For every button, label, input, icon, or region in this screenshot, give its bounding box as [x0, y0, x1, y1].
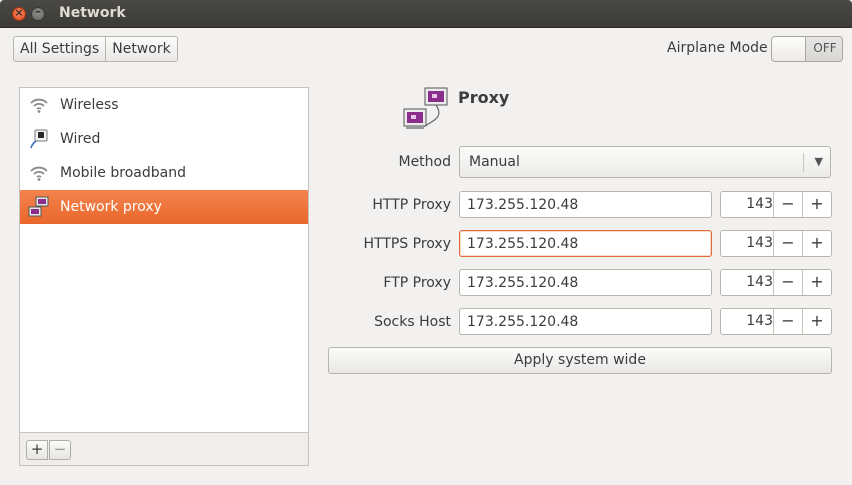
ftp-proxy-input[interactable] — [459, 269, 712, 296]
ftp-port-value[interactable]: 143 — [721, 274, 773, 290]
https-port-stepper[interactable]: 143 − + — [720, 230, 832, 257]
http-port-decrement-button[interactable]: − — [773, 192, 802, 217]
socks-port-increment-button[interactable]: + — [802, 309, 831, 334]
sidebar-footer: + − — [20, 432, 308, 465]
method-select[interactable]: Manual ▼ — [459, 146, 831, 178]
ftp-port-decrement-button[interactable]: − — [773, 270, 802, 295]
ftp-proxy-label: FTP Proxy — [383, 275, 451, 291]
http-port-value[interactable]: 143 — [721, 196, 773, 212]
chevron-down-icon: ▼ — [814, 155, 823, 168]
http-proxy-input[interactable] — [459, 191, 712, 218]
socks-host-label: Socks Host — [374, 314, 451, 330]
sidebar-item-label: Wired — [60, 131, 101, 147]
select-separator — [803, 153, 804, 172]
network-proxy-icon — [403, 85, 449, 133]
breadcrumb: All Settings Network — [13, 36, 178, 62]
wired-icon — [28, 128, 50, 150]
wifi-icon — [28, 94, 50, 116]
close-window-button[interactable]: × — [12, 6, 26, 21]
sidebar-item-network-proxy[interactable]: Network proxy — [20, 190, 308, 224]
method-label: Method — [398, 154, 451, 170]
ftp-port-increment-button[interactable]: + — [802, 270, 831, 295]
sidebar: Wireless Wired Mobile broadband Network … — [19, 87, 309, 466]
airplane-mode-label: Airplane Mode — [667, 40, 768, 56]
socks-host-input[interactable] — [459, 308, 712, 335]
toggle-knob[interactable] — [772, 37, 806, 61]
sidebar-item-wireless[interactable]: Wireless — [20, 88, 308, 122]
add-connection-button[interactable]: + — [26, 440, 48, 460]
method-value: Manual — [469, 154, 520, 170]
http-proxy-label: HTTP Proxy — [372, 197, 451, 213]
network-proxy-icon — [28, 196, 50, 218]
sidebar-item-label: Wireless — [60, 97, 119, 113]
http-port-stepper[interactable]: 143 − + — [720, 191, 832, 218]
remove-connection-button[interactable]: − — [49, 440, 71, 460]
minimize-window-button[interactable]: – — [31, 5, 45, 21]
http-port-increment-button[interactable]: + — [802, 192, 831, 217]
ftp-port-stepper[interactable]: 143 − + — [720, 269, 832, 296]
sidebar-item-label: Network proxy — [60, 199, 162, 215]
sidebar-item-wired[interactable]: Wired — [20, 122, 308, 156]
proxy-title: Proxy — [458, 88, 510, 107]
socks-port-decrement-button[interactable]: − — [773, 309, 802, 334]
apply-system-wide-button[interactable]: Apply system wide — [328, 347, 832, 374]
wifi-icon — [28, 162, 50, 184]
https-port-increment-button[interactable]: + — [802, 231, 831, 256]
socks-port-value[interactable]: 143 — [721, 313, 773, 329]
socks-port-stepper[interactable]: 143 − + — [720, 308, 832, 335]
https-proxy-label: HTTPS Proxy — [363, 236, 451, 252]
https-port-value[interactable]: 143 — [721, 235, 773, 251]
network-crumb-button[interactable]: Network — [105, 37, 176, 61]
https-port-decrement-button[interactable]: − — [773, 231, 802, 256]
airplane-mode-toggle[interactable]: OFF — [771, 36, 843, 62]
window-title: Network — [59, 5, 126, 21]
toggle-state-text: OFF — [813, 41, 837, 55]
title-bar: × – Network — [0, 0, 852, 28]
sidebar-item-mobile-broadband[interactable]: Mobile broadband — [20, 156, 308, 190]
sidebar-item-label: Mobile broadband — [60, 165, 186, 181]
https-proxy-input[interactable] — [459, 230, 712, 257]
all-settings-button[interactable]: All Settings — [14, 37, 105, 61]
minimize-icon: – — [35, 5, 41, 18]
close-icon: × — [14, 6, 24, 19]
